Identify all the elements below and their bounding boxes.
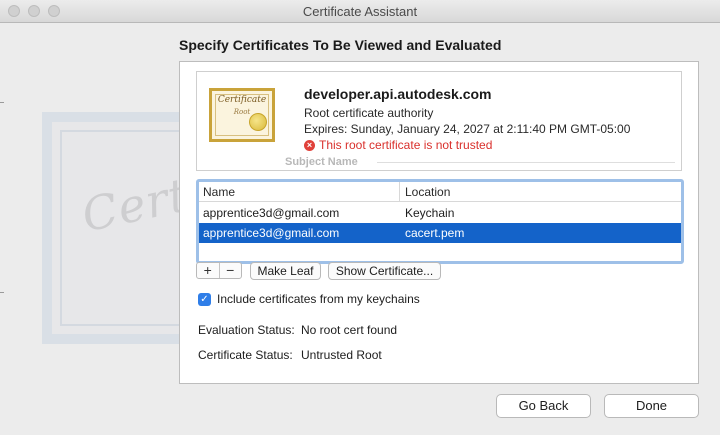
make-leaf-button[interactable]: Make Leaf [250, 262, 321, 280]
remove-button[interactable]: − [220, 263, 242, 278]
go-back-button[interactable]: Go Back [496, 394, 591, 418]
certificate-icon-title: Certificate [217, 95, 267, 105]
table-header: Name Location [199, 182, 681, 202]
column-divider [399, 182, 400, 202]
table-row[interactable]: apprentice3d@gmail.com Keychain [199, 203, 681, 223]
certificate-status-label: Certificate Status: [198, 348, 293, 362]
certificate-kind: Root certificate authority [304, 106, 434, 120]
subject-divider [377, 162, 675, 163]
column-header-location[interactable]: Location [405, 185, 450, 199]
error-icon: × [304, 139, 315, 151]
certificate-status-value: Untrusted Root [301, 348, 382, 362]
seal-icon [249, 113, 267, 131]
edge-tick [0, 102, 4, 103]
main-panel: Certificate Root developer.api.autodesk.… [179, 61, 699, 384]
column-header-name[interactable]: Name [203, 185, 235, 199]
edge-tick [0, 292, 4, 293]
cell-name: apprentice3d@gmail.com [203, 206, 340, 220]
evaluation-status-value: No root cert found [301, 323, 398, 337]
table-row-selected[interactable]: apprentice3d@gmail.com cacert.pem [199, 223, 681, 243]
page-title: Specify Certificates To Be Viewed and Ev… [179, 37, 502, 53]
title-bar: Certificate Assistant [0, 0, 720, 23]
include-keychains-checkbox[interactable]: ✓ [198, 292, 211, 306]
cell-name: apprentice3d@gmail.com [203, 226, 340, 240]
show-certificate-button[interactable]: Show Certificate... [328, 262, 441, 280]
add-button[interactable]: + [197, 263, 219, 278]
cell-location: cacert.pem [405, 226, 465, 240]
done-button[interactable]: Done [604, 394, 699, 418]
window-title: Certificate Assistant [302, 4, 418, 19]
include-keychains-option[interactable]: ✓ Include certificates from my keychains [198, 292, 420, 306]
certificates-table[interactable]: Name Location apprentice3d@gmail.com Key… [196, 179, 684, 264]
certificate-expiry: Expires: Sunday, January 24, 2027 at 2:1… [304, 122, 631, 136]
evaluation-status-label: Evaluation Status: [198, 323, 295, 337]
certificate-name: developer.api.autodesk.com [304, 86, 492, 102]
trust-warning-text: This root certificate is not trusted [319, 138, 493, 152]
cell-location: Keychain [405, 206, 455, 220]
trust-warning: × This root certificate is not trusted [304, 138, 492, 152]
certificate-icon: Certificate Root [209, 88, 275, 142]
certificate-summary: Certificate Root developer.api.autodesk.… [196, 71, 682, 171]
include-keychains-label: Include certificates from my keychains [217, 292, 420, 306]
subject-name-label: Subject Name [285, 156, 358, 168]
add-remove-control: + − [196, 262, 242, 279]
